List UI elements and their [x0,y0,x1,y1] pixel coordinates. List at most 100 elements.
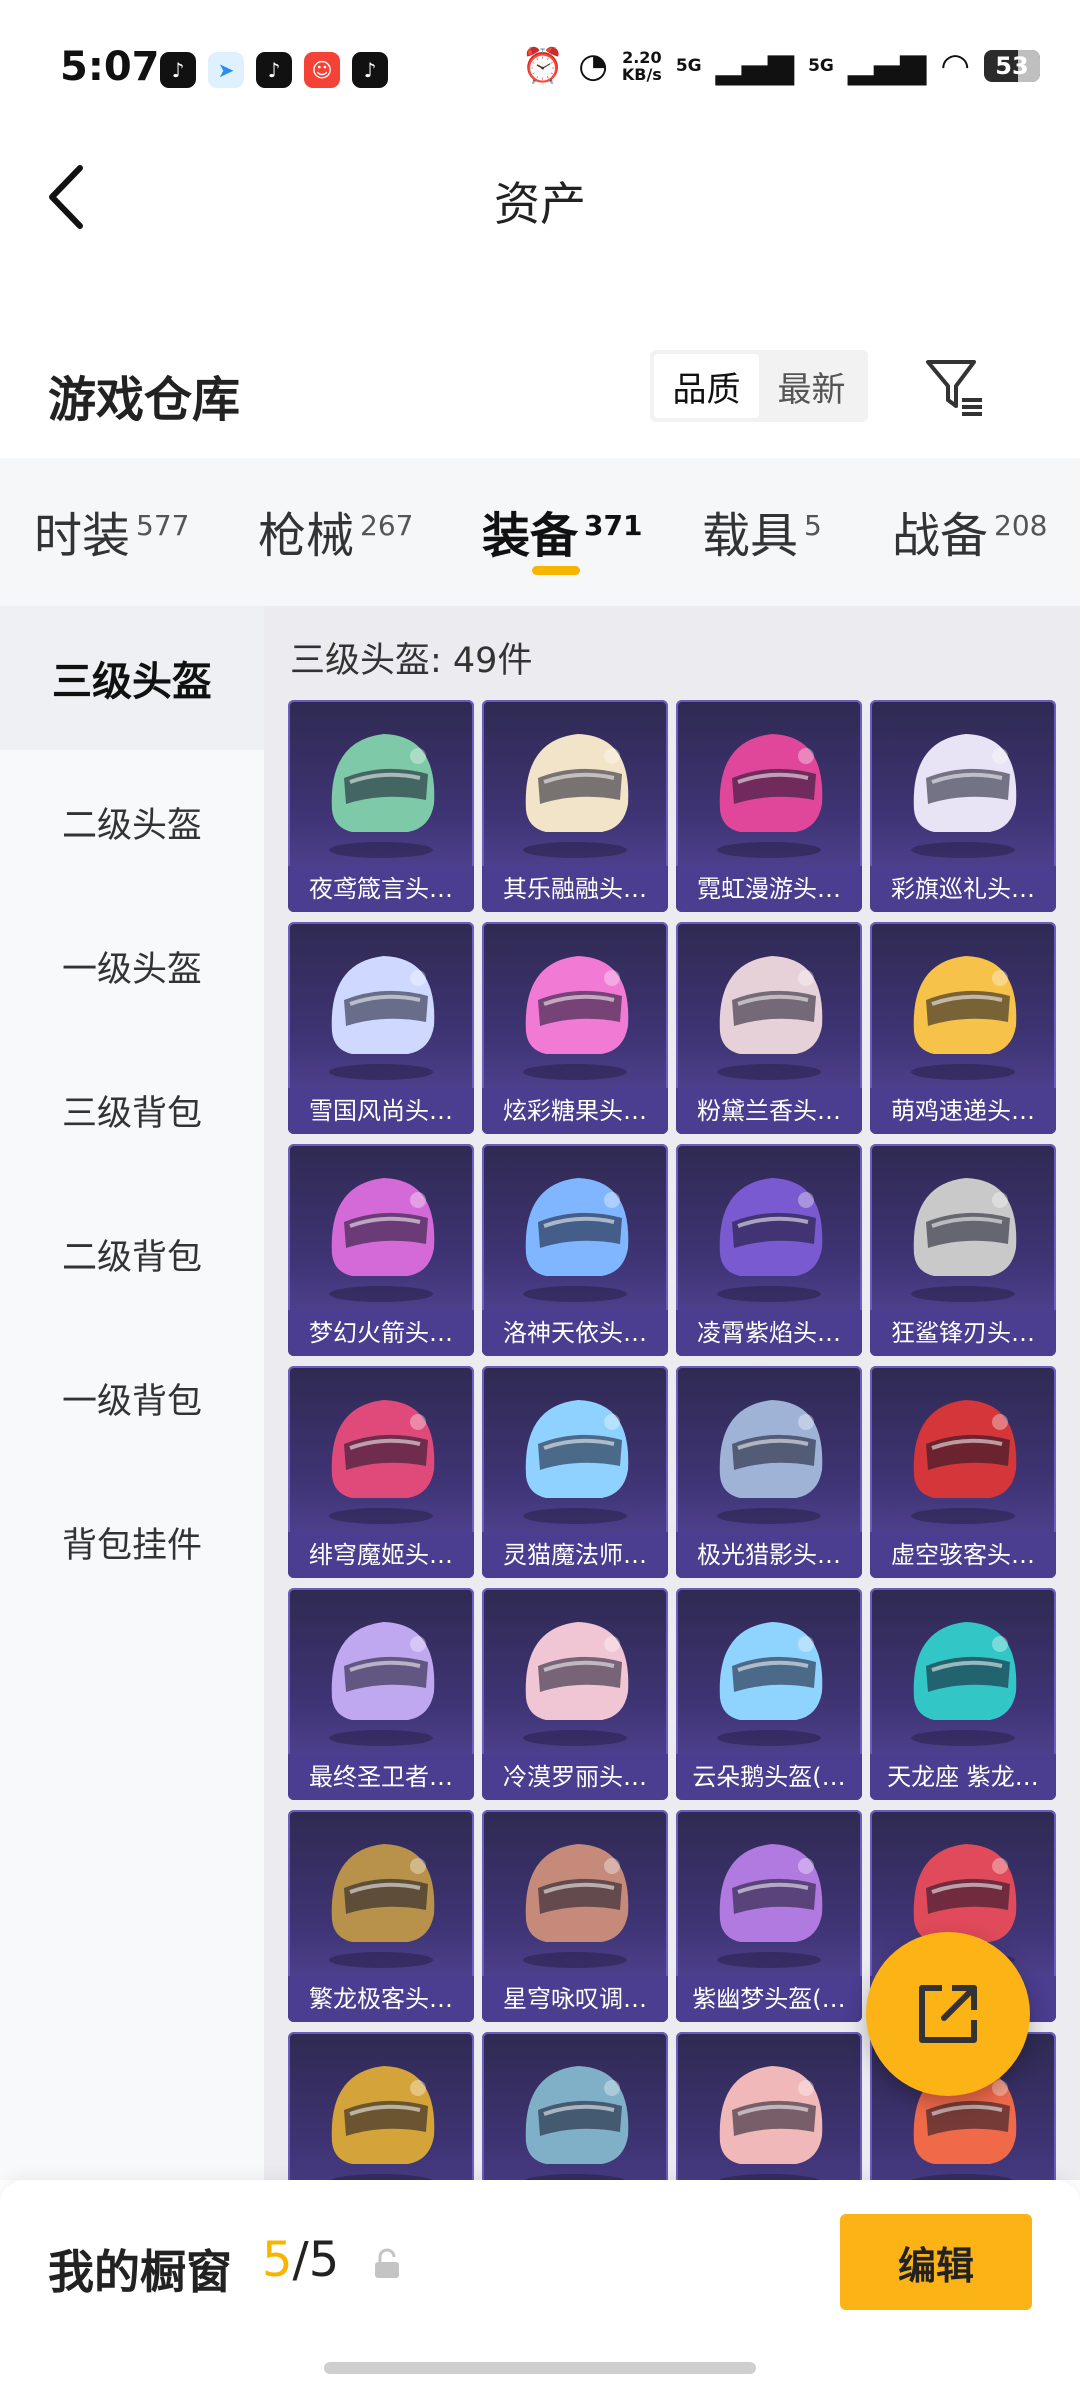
item-card[interactable]: 天龙座 紫龙… [870,1588,1056,1800]
subnav-level1-helmet[interactable]: 一级头盔 [0,894,264,1038]
helmet-icon [523,734,629,858]
helmet-icon [329,734,435,858]
showcase-title: 我的橱窗 [48,2245,232,2299]
helmet-icon [329,1400,435,1524]
subnav-backpack-pendant[interactable]: 背包挂件 [0,1470,264,1614]
item-name: 梦幻火箭头… [288,1310,474,1356]
item-card[interactable]: 星穹咏叹调… [482,1810,668,2022]
sort-by-newest[interactable]: 最新 [759,354,864,418]
item-card[interactable]: 雪国风尚头… [288,922,474,1134]
item-card[interactable]: 云朵鹅头盔(… [676,1588,862,1800]
subcategory-nav: 三级头盔 二级头盔 一级头盔 三级背包 二级背包 一级背包 背包挂件 [0,606,264,2180]
tab-equipment[interactable]: 装备 371 [482,496,642,566]
tab-gear[interactable]: 战备 208 [892,496,1047,566]
item-card[interactable]: 梦幻火箭头… [288,1144,474,1356]
speedometer-icon: ◔ [578,46,608,86]
share-button[interactable] [866,1932,1030,2096]
item-card[interactable]: 其乐融融头… [482,700,668,912]
helmet-icon [329,1844,435,1968]
item-card[interactable] [676,2032,862,2180]
item-name: 彩旗巡礼头… [870,866,1056,912]
subnav-level3-backpack[interactable]: 三级背包 [0,1038,264,1182]
wifi-icon: ◠ [940,46,970,86]
edit-button[interactable]: 编辑 [840,2214,1032,2310]
helmet-icon [911,1178,1017,1302]
item-card[interactable]: 绯穹魔姬头… [288,1366,474,1578]
helmet-icon [717,956,823,1080]
helmet-icon [717,1400,823,1524]
tab-count: 577 [136,509,190,542]
tab-vehicles[interactable]: 载具 5 [702,496,822,566]
item-name: 雪国风尚头… [288,1088,474,1134]
active-tab-indicator [532,566,580,575]
showcase-separator: / [292,2232,309,2288]
item-card[interactable]: 虚空骇客头… [870,1366,1056,1578]
helmet-icon [911,1622,1017,1746]
item-card[interactable]: 冷漠罗丽头… [482,1588,668,1800]
sort-by-quality[interactable]: 品质 [654,354,759,418]
item-card[interactable]: 粉黛兰香头… [676,922,862,1134]
net-speed: 2.20 KB/s [622,49,662,83]
subnav-level3-helmet[interactable]: 三级头盔 [0,606,264,750]
tiktok-icon: ♪ [256,52,292,88]
helmet-icon [330,2066,435,2180]
tab-label: 时装 [34,508,131,564]
tab-fashion[interactable]: 时装 577 [34,496,189,566]
send-app-icon: ➤ [208,52,244,88]
item-card[interactable]: 繁龙极客头… [288,1810,474,2022]
net-speed-unit: KB/s [621,65,662,84]
item-name: 最终圣卫者… [288,1754,474,1800]
item-card[interactable]: 彩旗巡礼头… [870,700,1056,912]
item-card[interactable] [288,2032,474,2180]
tab-count: 5 [804,509,822,542]
helmet-icon [718,2066,823,2180]
item-name: 狂鲨锋刃头… [870,1310,1056,1356]
item-card[interactable]: 灵猫魔法师… [482,1366,668,1578]
tab-count: 371 [584,509,643,542]
helmet-icon [717,1178,823,1302]
helmet-icon [329,956,435,1080]
warehouse-title: 游戏仓库 [48,372,241,428]
helmet-icon [523,956,629,1080]
item-card[interactable] [482,2032,668,2180]
helmet-icon [329,1622,435,1746]
signal-icon: ▂▄▆ [715,46,795,86]
subnav-level1-backpack[interactable]: 一级背包 [0,1326,264,1470]
filter-icon[interactable] [922,354,986,418]
showcase-used: 5 [262,2232,293,2288]
item-card[interactable]: 最终圣卫者… [288,1588,474,1800]
item-card[interactable]: 夜鸢箴言头… [288,700,474,912]
helmet-icon [911,956,1017,1080]
item-card[interactable]: 萌鸡速递头… [870,922,1056,1134]
item-name: 紫幽梦头盔(… [676,1976,862,2022]
item-card[interactable]: 紫幽梦头盔(… [676,1810,862,2022]
item-card[interactable]: 霓虹漫游头… [676,700,862,912]
status-bar: 5:07 ♪ ➤ ♪ ☺ ♪ ⏰ ◔ 2.20 KB/s 5G ▂▄▆ 5G ▂… [0,0,1080,140]
helmet-icon [524,2066,629,2180]
battery-icon: 53 [984,50,1040,82]
subnav-level2-helmet[interactable]: 二级头盔 [0,750,264,894]
helmet-icon [523,1178,629,1302]
item-name: 霓虹漫游头… [676,866,862,912]
page-title: 资产 [494,177,586,231]
tab-label: 载具 [702,508,799,564]
item-card[interactable]: 洛神天依头… [482,1144,668,1356]
alarm-icon: ⏰ [521,46,565,86]
helmet-icon [717,734,823,858]
helmet-icon [911,734,1017,858]
subnav-level2-backpack[interactable]: 二级背包 [0,1182,264,1326]
music-app-icon: ♪ [160,52,196,88]
list-count-title: 三级头盔: 49件 [290,641,533,681]
tab-firearms[interactable]: 枪械 267 [258,496,413,566]
item-name: 星穹咏叹调… [482,1976,668,2022]
status-time: 5:07 [60,44,160,90]
item-card[interactable]: 狂鲨锋刃头… [870,1144,1056,1356]
item-name: 洛神天依头… [482,1310,668,1356]
item-card[interactable]: 炫彩糖果头… [482,922,668,1134]
item-card[interactable]: 凌霄紫焰头… [676,1144,862,1356]
helmet-icon [717,1622,823,1746]
home-indicator[interactable] [324,2362,756,2374]
category-tabs: 时装 577 枪械 267 装备 371 载具 5 战备 208 [0,458,1080,606]
item-name: 极光猎影头… [676,1532,862,1578]
item-card[interactable]: 极光猎影头… [676,1366,862,1578]
